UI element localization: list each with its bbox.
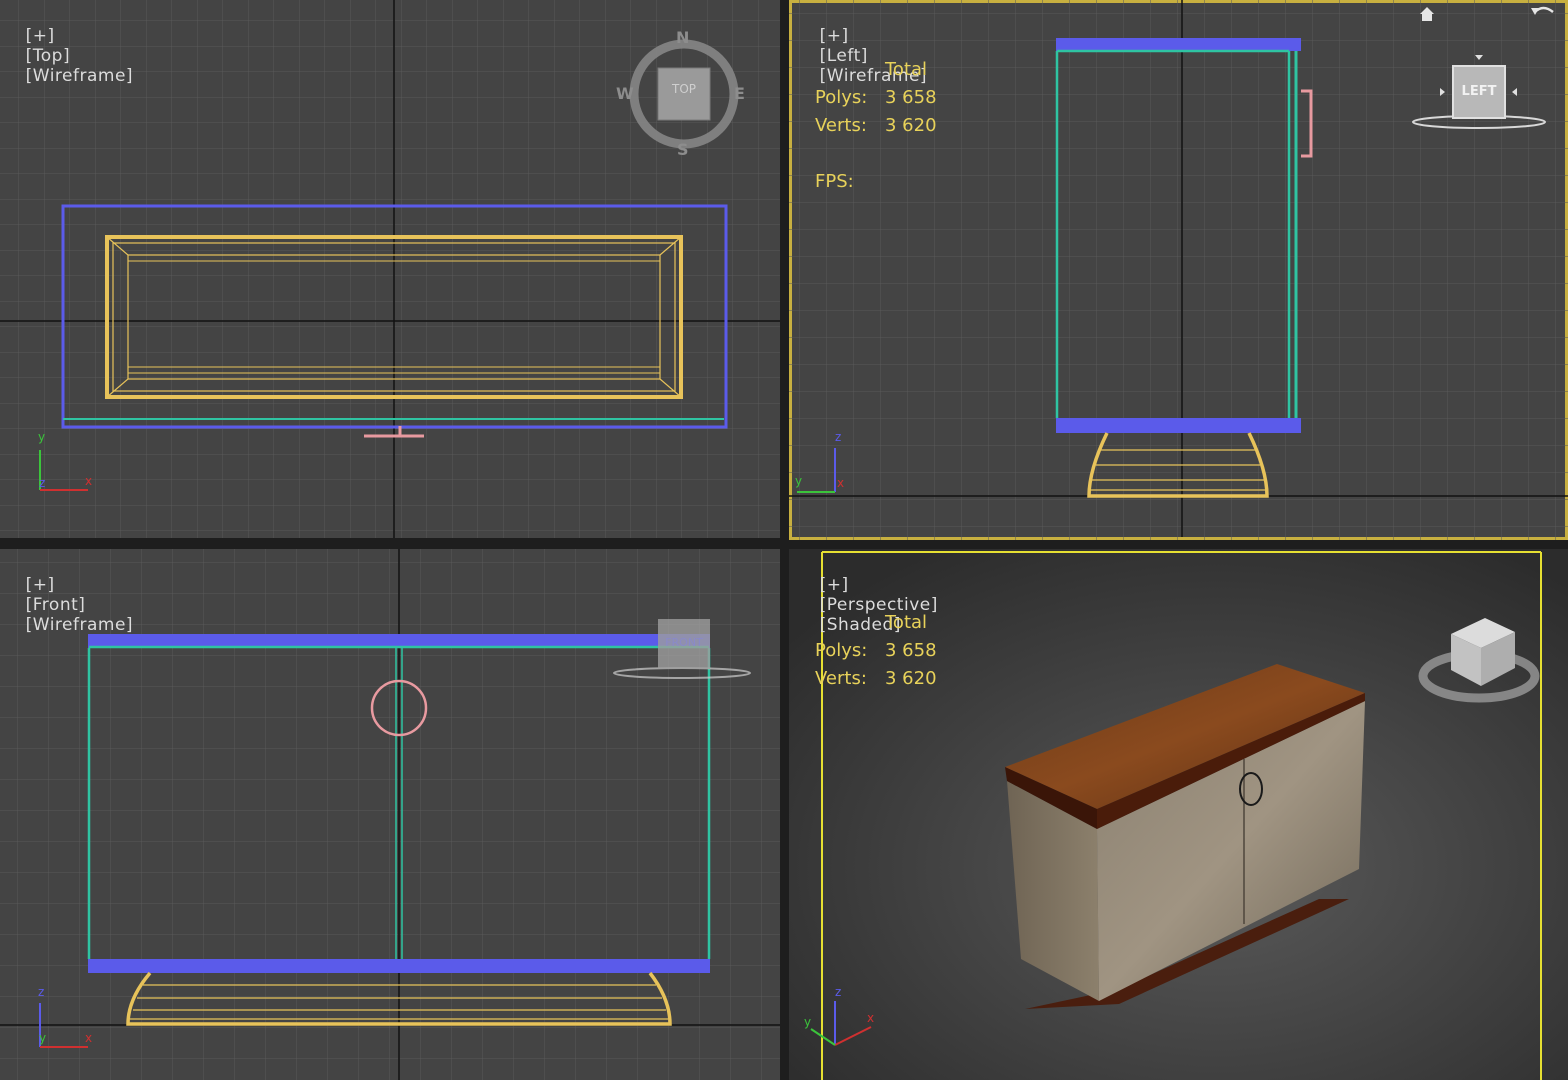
axis-tripod-icon: z y x xyxy=(795,430,845,493)
verts-label: Verts: xyxy=(815,115,867,136)
home-icon[interactable] xyxy=(1419,6,1435,22)
compass-south-label: S xyxy=(677,140,689,159)
viewcube[interactable] xyxy=(1415,604,1545,714)
axis-tripod-icon: z x y xyxy=(38,985,93,1048)
compass-north-label: N xyxy=(676,28,690,47)
viewport-shading-label[interactable]: [Wireframe] xyxy=(26,615,133,635)
statistics-overlay: Total Polys: 3 658 Verts: 3 620 xyxy=(815,609,1015,693)
verts-value: 3 620 xyxy=(885,115,937,136)
viewport-menu-plus[interactable]: [+] xyxy=(820,575,849,595)
polys-label: Polys: xyxy=(815,87,868,108)
polys-value: 3 658 xyxy=(885,87,937,108)
viewcube-face-front[interactable]: FRONT xyxy=(658,636,710,649)
undo-view-icon[interactable] xyxy=(1529,2,1559,20)
viewport-left[interactable]: [+] [Left] [Wireframe] Total Polys: 3 658… xyxy=(789,0,1568,540)
viewport-perspective[interactable]: [+] [Perspective] [Shaded] Total Polys: 3… xyxy=(789,549,1568,1080)
viewport-pov-label[interactable]: [Front] xyxy=(26,595,86,615)
viewport-label-front[interactable]: [+] [Front] [Wireframe] xyxy=(2,555,133,655)
viewcube-compass[interactable]: TOP N S W E xyxy=(616,28,750,159)
viewport-menu-plus[interactable]: [+] xyxy=(26,575,55,595)
fps-label: FPS: xyxy=(815,171,854,192)
verts-value: 3 620 xyxy=(885,668,937,689)
polys-value: 3 658 xyxy=(885,640,937,661)
viewport-front[interactable]: [+] [Front] [Wireframe] FRONT z x y xyxy=(0,549,780,1080)
axis-tripod-icon: z x y xyxy=(801,985,881,1055)
compass-west-label: W xyxy=(616,84,634,103)
statistics-overlay: Total Polys: 3 658 Verts: 3 620 FPS: xyxy=(815,56,1015,196)
cabinet-left-bottom-panel xyxy=(1056,418,1301,433)
viewcube[interactable]: LEFT xyxy=(1409,50,1549,140)
viewport-pov-label[interactable]: [Top] xyxy=(26,46,70,66)
viewcube-face-top[interactable]: TOP xyxy=(658,82,710,96)
viewport-shading-label[interactable]: [Wireframe] xyxy=(26,66,133,86)
cabinet-front-bottom-panel xyxy=(88,959,710,973)
viewport-label-top[interactable]: [+] [Top] [Wireframe] xyxy=(2,6,133,106)
verts-label: Verts: xyxy=(815,668,867,689)
viewport-menu-plus[interactable]: [+] xyxy=(820,26,849,46)
viewport-menu-plus[interactable]: [+] xyxy=(26,26,55,46)
viewcube-face-left[interactable]: LEFT xyxy=(1453,84,1505,99)
viewport-top[interactable]: [+] [Top] [Wireframe] TOP N S W E y x z xyxy=(0,0,780,538)
stats-header: Total xyxy=(885,59,928,80)
axis-tripod-icon: y x z xyxy=(38,430,93,491)
compass-east-label: E xyxy=(734,84,745,103)
cabinet-left-top-panel xyxy=(1056,38,1301,51)
viewcube[interactable]: FRONT xyxy=(610,617,755,687)
polys-label: Polys: xyxy=(815,640,868,661)
stats-header: Total xyxy=(885,612,928,633)
